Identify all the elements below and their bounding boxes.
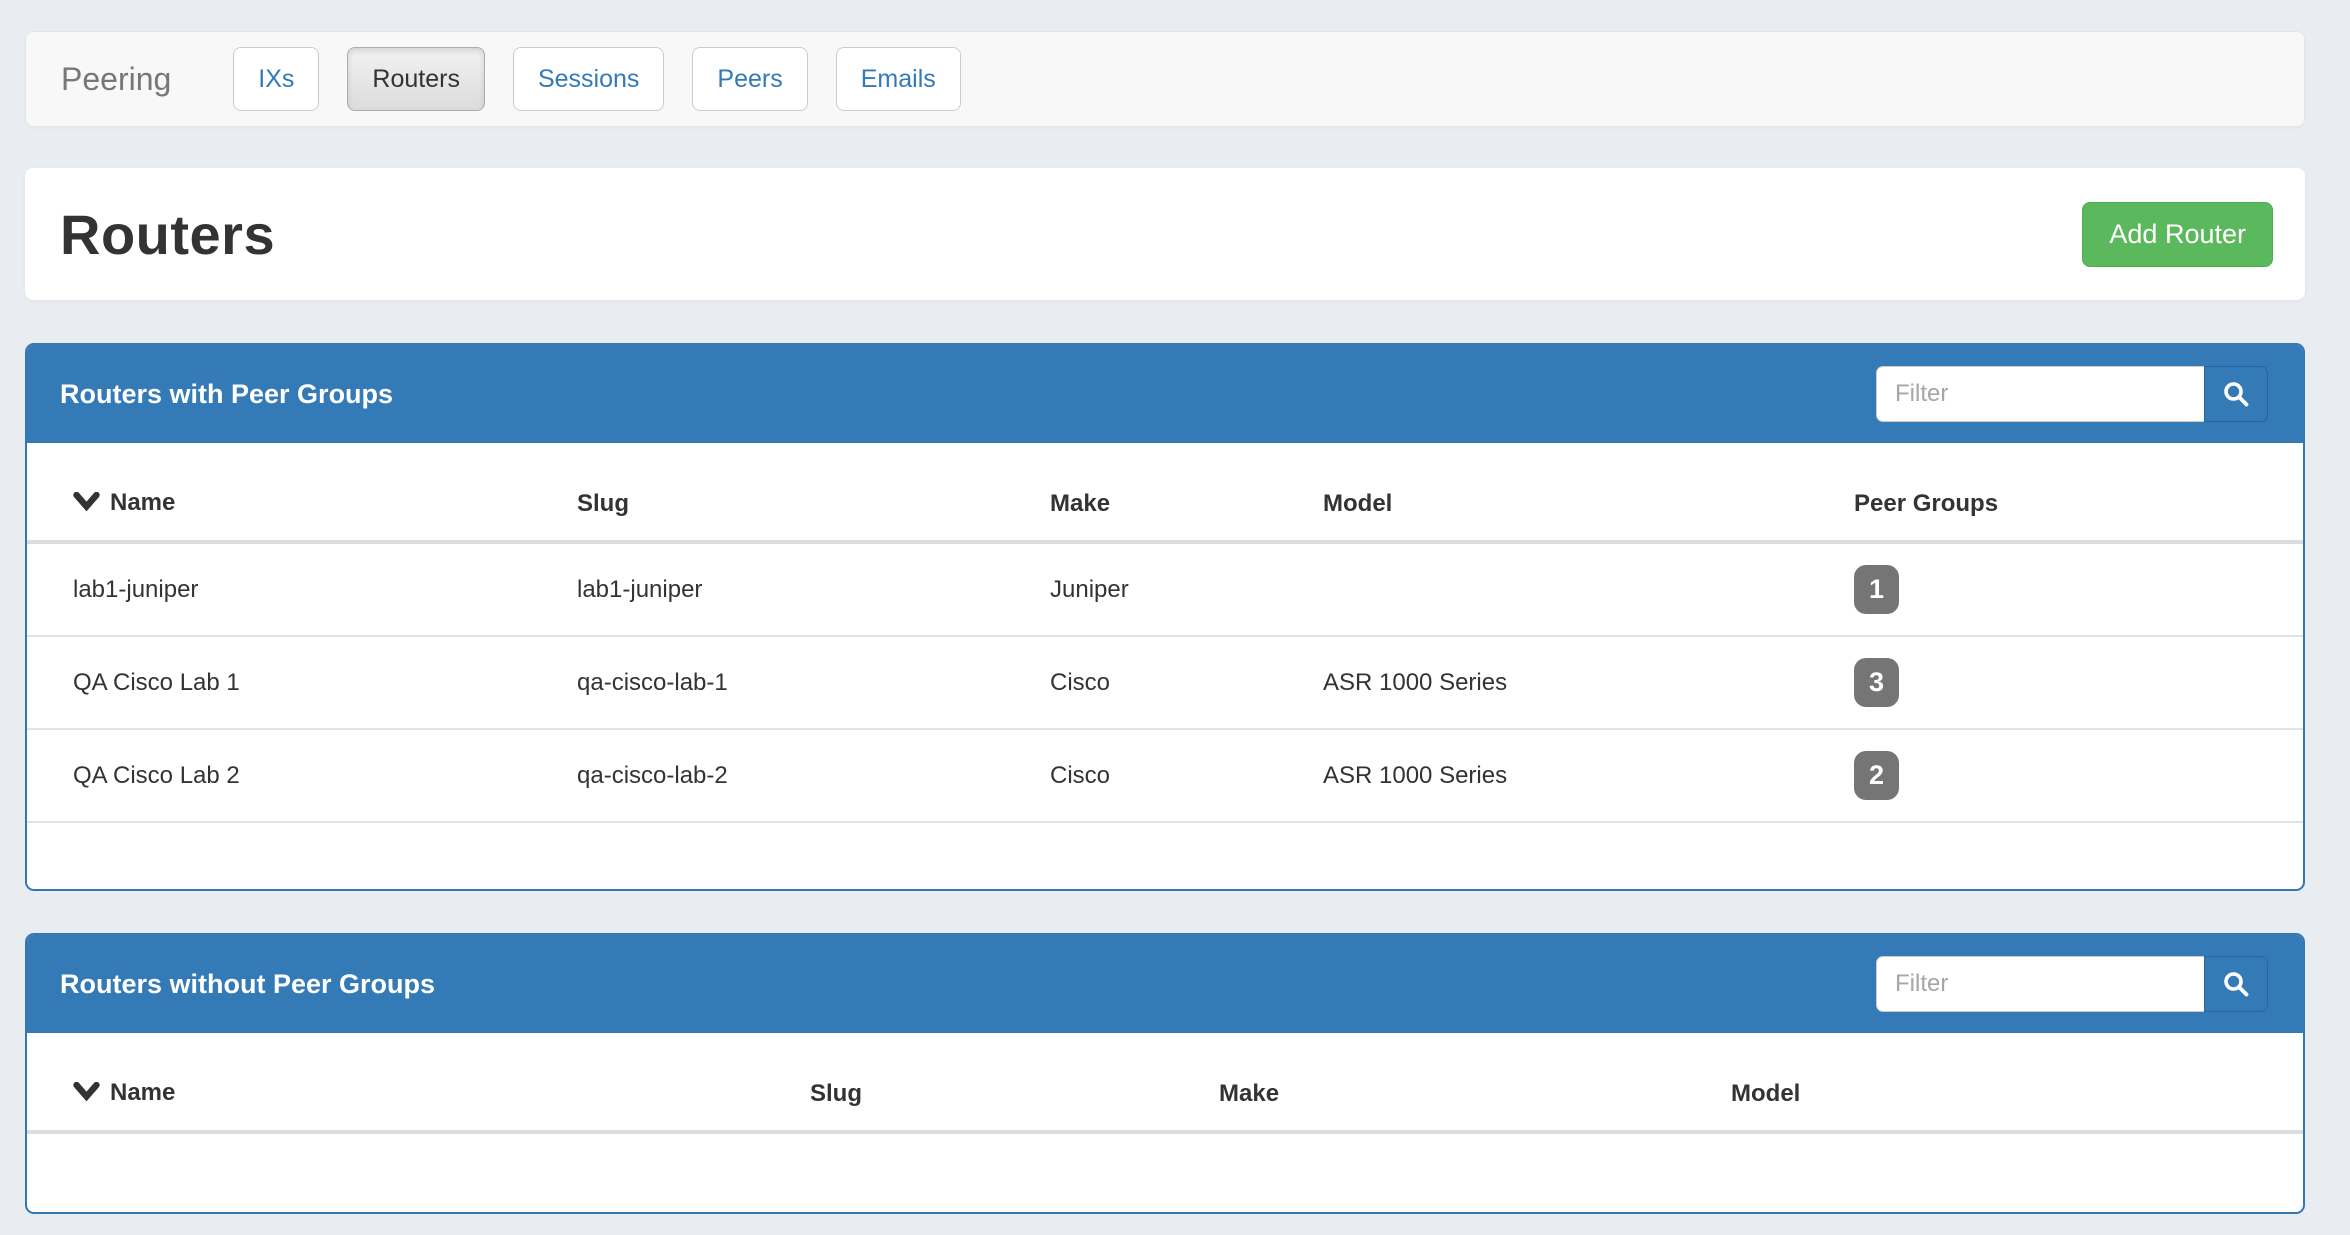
cell-name: QA Cisco Lab 2 [27,729,565,822]
column-header-name[interactable]: Name [27,1033,798,1132]
chevron-down-icon [73,490,100,518]
cell-make: Juniper [1038,542,1311,636]
page-container: Peering IXs Routers Sessions Peers Email… [25,31,2305,1214]
cell-model: ASR 1000 Series [1311,729,1842,822]
column-header-name[interactable]: Name [27,443,565,542]
filter-input[interactable] [1876,956,2204,1012]
column-header-peer-groups[interactable]: Peer Groups [1842,443,2303,542]
table-row: lab1-juniper lab1-juniper Juniper 1 [27,542,2303,636]
cell-model: ASR 1000 Series [1311,636,1842,729]
routers-without-peer-groups-table: Name Slug Make Model [27,1033,2303,1134]
panel-title: Routers without Peer Groups [60,969,435,1000]
magnifying-glass-icon [2222,970,2250,998]
chevron-down-icon [73,1080,100,1108]
cell-slug: lab1-juniper [565,542,1038,636]
cell-slug: qa-cisco-lab-2 [565,729,1038,822]
add-router-button[interactable]: Add Router [2082,202,2273,267]
routers-with-peer-groups-table: Name Slug Make Model Peer Groups lab1-ju… [27,443,2303,823]
panel-routers-with-peer-groups: Routers with Peer Groups [25,343,2305,891]
column-header-make[interactable]: Make [1038,443,1311,542]
cell-slug: qa-cisco-lab-1 [565,636,1038,729]
cell-peer-groups: 1 [1842,542,2303,636]
panel-bottom-spacer [27,1134,2303,1212]
cell-peer-groups: 3 [1842,636,2303,729]
page-title: Routers [60,202,275,267]
search-button[interactable] [2204,366,2268,422]
cell-model [1311,542,1842,636]
panel-heading: Routers without Peer Groups [27,935,2303,1033]
peer-group-count-badge: 3 [1854,658,1899,707]
tab-sessions[interactable]: Sessions [513,47,664,111]
cell-peer-groups: 2 [1842,729,2303,822]
filter-input[interactable] [1876,366,2204,422]
cell-make: Cisco [1038,729,1311,822]
search-button[interactable] [2204,956,2268,1012]
column-header-model[interactable]: Model [1311,443,1842,542]
filter-group [1876,956,2268,1012]
table-header-row: Name Slug Make Model [27,1033,2303,1132]
page-header-card: Routers Add Router [25,168,2305,300]
column-header-slug[interactable]: Slug [798,1033,1207,1132]
panel-title: Routers with Peer Groups [60,379,393,410]
tab-peers[interactable]: Peers [692,47,807,111]
magnifying-glass-icon [2222,380,2250,408]
table-row: QA Cisco Lab 1 qa-cisco-lab-1 Cisco ASR … [27,636,2303,729]
column-header-slug[interactable]: Slug [565,443,1038,542]
panel-bottom-spacer [27,823,2303,889]
table-header-row: Name Slug Make Model Peer Groups [27,443,2303,542]
column-header-make[interactable]: Make [1207,1033,1719,1132]
tab-ixs[interactable]: IXs [233,47,319,111]
cell-name: QA Cisco Lab 1 [27,636,565,729]
panel-routers-without-peer-groups: Routers without Peer Groups [25,933,2305,1214]
peer-group-count-badge: 1 [1854,565,1899,614]
nav-tab-group: IXs Routers Sessions Peers Emails [233,47,960,111]
tab-routers[interactable]: Routers [347,47,485,111]
panel-heading: Routers with Peer Groups [27,345,2303,443]
column-header-model[interactable]: Model [1719,1033,2303,1132]
cell-make: Cisco [1038,636,1311,729]
peer-group-count-badge: 2 [1854,751,1899,800]
tab-emails[interactable]: Emails [836,47,961,111]
cell-name: lab1-juniper [27,542,565,636]
filter-group [1876,366,2268,422]
table-row: QA Cisco Lab 2 qa-cisco-lab-2 Cisco ASR … [27,729,2303,822]
top-navbar: Peering IXs Routers Sessions Peers Email… [25,31,2305,127]
app-brand: Peering [61,61,171,98]
